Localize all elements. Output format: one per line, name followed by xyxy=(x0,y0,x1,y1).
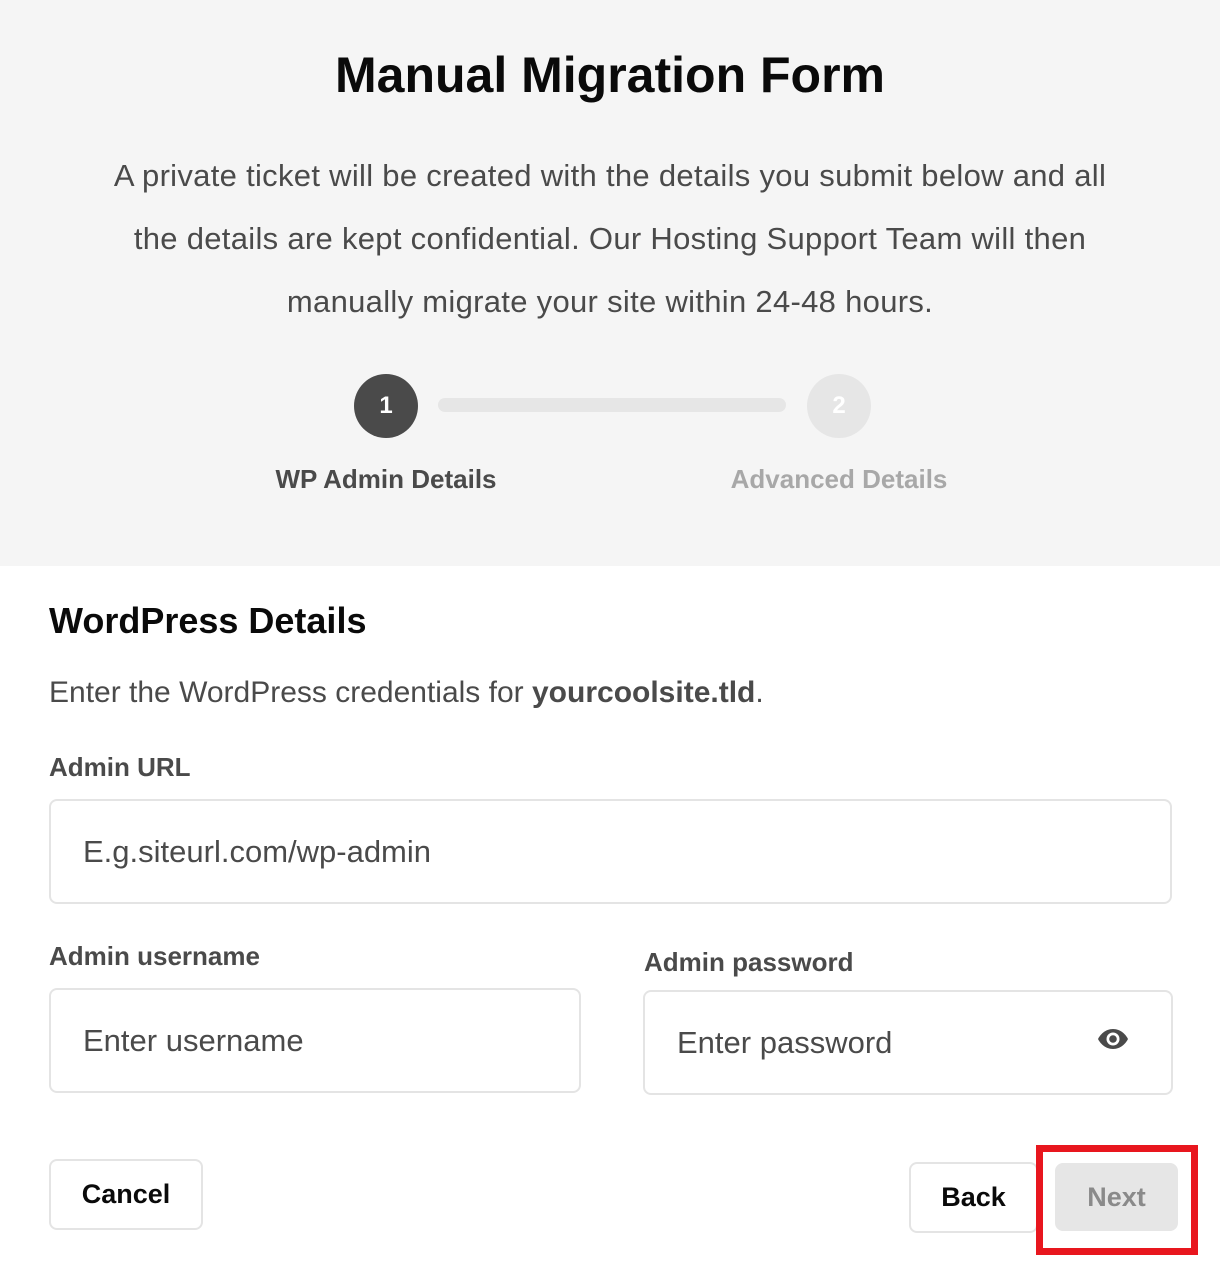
next-button[interactable]: Next xyxy=(1055,1163,1178,1231)
step-1-label: WP Admin Details xyxy=(275,464,497,494)
admin-username-field-container xyxy=(49,988,581,1093)
cancel-button[interactable]: Cancel xyxy=(49,1159,203,1230)
admin-password-input[interactable] xyxy=(645,992,1171,1093)
step-2-indicator[interactable]: 2 xyxy=(807,374,871,438)
admin-username-label: Admin username xyxy=(49,941,260,971)
back-button[interactable]: Back xyxy=(909,1162,1038,1233)
stepper-progress-track xyxy=(438,398,786,412)
admin-url-input[interactable] xyxy=(51,801,1170,902)
form-header: Manual Migration Form A private ticket w… xyxy=(0,0,1220,566)
admin-password-label: Admin password xyxy=(644,947,854,977)
page-title: Manual Migration Form xyxy=(335,47,885,103)
eye-icon[interactable] xyxy=(1097,1025,1129,1053)
section-description-suffix: . xyxy=(755,676,764,709)
admin-url-label: Admin URL xyxy=(49,752,191,782)
admin-username-input[interactable] xyxy=(51,990,579,1091)
admin-password-field-container xyxy=(643,990,1173,1095)
site-domain: yourcoolsite.tld xyxy=(532,676,756,709)
section-description: Enter the WordPress credentials for your… xyxy=(49,676,764,710)
section-title: WordPress Details xyxy=(49,600,367,641)
form-description: A private ticket will be created with th… xyxy=(113,158,1107,319)
section-description-prefix: Enter the WordPress credentials for xyxy=(49,676,532,709)
step-1-indicator[interactable]: 1 xyxy=(354,374,418,438)
step-2-label: Advanced Details xyxy=(730,464,948,494)
admin-url-field-container xyxy=(49,799,1172,904)
